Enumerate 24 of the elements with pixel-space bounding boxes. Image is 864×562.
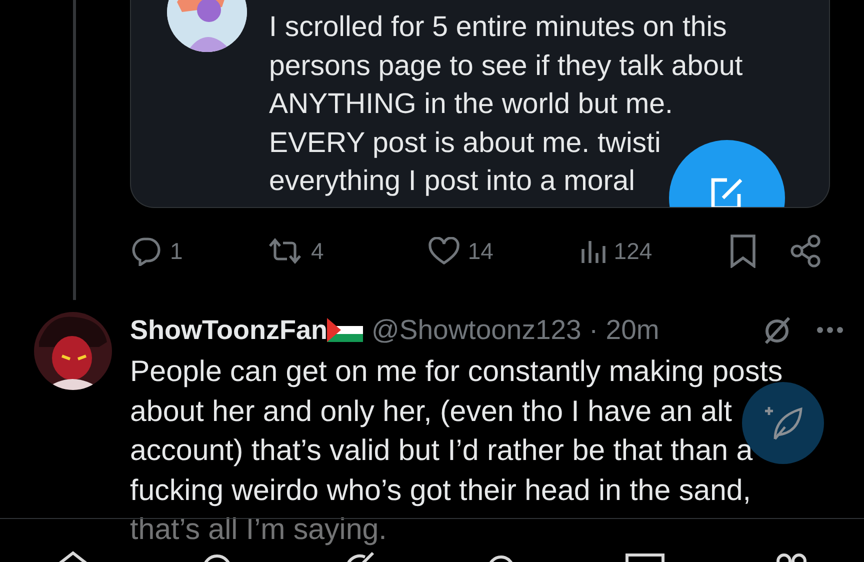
- action-count: 14: [468, 238, 494, 264]
- share-icon[interactable]: [790, 234, 822, 268]
- post-text-line: fucking weirdo who’s got their head in the sand,: [130, 472, 751, 508]
- repost-icon: [267, 237, 304, 265]
- more-icon[interactable]: [816, 326, 844, 334]
- author-name[interactable]: ShowToonzFan: [130, 314, 328, 346]
- heart-icon: [428, 237, 460, 265]
- post-text-line: People can get on me for constantly making posts: [130, 354, 783, 390]
- post-text-line: persons page to see if they talk about: [269, 48, 743, 84]
- post-text-line: everything I post into a moral: [269, 164, 635, 199]
- action-count: 124: [614, 238, 652, 264]
- action-count: 4: [311, 238, 324, 264]
- post-text-line: account) that’s valid but I’d rather be that than a: [130, 433, 753, 469]
- bookmark-icon[interactable]: [728, 234, 757, 268]
- post-text-line: EVERY post is about me. twisti: [269, 126, 661, 160]
- flag-icon: [327, 318, 364, 342]
- post-text-line: about her and only her, (even tho I have an alt: [130, 394, 732, 430]
- quoted-post-card[interactable]: I scrolled for 5 entire minutes on this persons page to see if they talk about ANYTHING in the world but me. EVERY post is about me. twisti everything I post into a moral: [130, 0, 830, 208]
- post-text-line: ANYTHING in the world but me.: [269, 87, 673, 122]
- post-text-line: I scrolled for 5 entire minutes on this: [269, 10, 727, 45]
- handle-and-time: @Showtoonz123 · 20m: [371, 314, 660, 346]
- post-text-line: that’s all I’m saying.: [130, 512, 387, 548]
- action-count: 1: [170, 238, 183, 264]
- speech-bubble-icon: [130, 236, 162, 266]
